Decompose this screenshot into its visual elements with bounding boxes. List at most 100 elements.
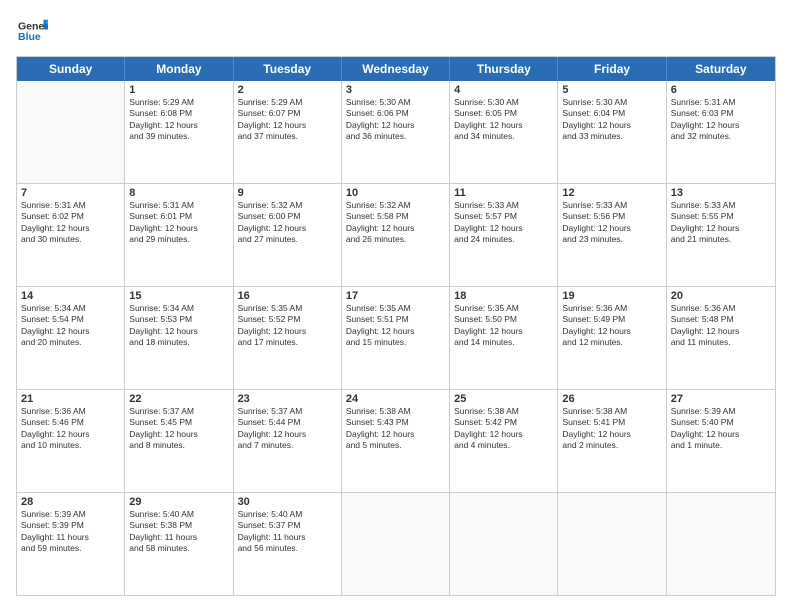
day-info: Sunrise: 5:30 AM Sunset: 6:05 PM Dayligh… <box>454 97 553 143</box>
header-day-wednesday: Wednesday <box>342 57 450 81</box>
day-number: 5 <box>562 84 661 96</box>
svg-text:Blue: Blue <box>18 31 41 43</box>
calendar-cell <box>17 81 125 183</box>
day-info: Sunrise: 5:31 AM Sunset: 6:02 PM Dayligh… <box>21 200 120 246</box>
calendar-cell: 6Sunrise: 5:31 AM Sunset: 6:03 PM Daylig… <box>667 81 775 183</box>
day-info: Sunrise: 5:38 AM Sunset: 5:41 PM Dayligh… <box>562 406 661 452</box>
day-info: Sunrise: 5:40 AM Sunset: 5:38 PM Dayligh… <box>129 509 228 555</box>
calendar-cell: 20Sunrise: 5:36 AM Sunset: 5:48 PM Dayli… <box>667 287 775 389</box>
day-number: 26 <box>562 393 661 405</box>
calendar-cell: 10Sunrise: 5:32 AM Sunset: 5:58 PM Dayli… <box>342 184 450 286</box>
day-info: Sunrise: 5:31 AM Sunset: 6:01 PM Dayligh… <box>129 200 228 246</box>
day-number: 14 <box>21 290 120 302</box>
day-info: Sunrise: 5:35 AM Sunset: 5:51 PM Dayligh… <box>346 303 445 349</box>
calendar: SundayMondayTuesdayWednesdayThursdayFrid… <box>16 56 776 596</box>
day-number: 6 <box>671 84 771 96</box>
day-info: Sunrise: 5:33 AM Sunset: 5:55 PM Dayligh… <box>671 200 771 246</box>
calendar-cell: 14Sunrise: 5:34 AM Sunset: 5:54 PM Dayli… <box>17 287 125 389</box>
calendar-cell: 18Sunrise: 5:35 AM Sunset: 5:50 PM Dayli… <box>450 287 558 389</box>
day-info: Sunrise: 5:36 AM Sunset: 5:46 PM Dayligh… <box>21 406 120 452</box>
header-day-monday: Monday <box>125 57 233 81</box>
day-info: Sunrise: 5:37 AM Sunset: 5:44 PM Dayligh… <box>238 406 337 452</box>
calendar-cell: 25Sunrise: 5:38 AM Sunset: 5:42 PM Dayli… <box>450 390 558 492</box>
calendar-cell: 17Sunrise: 5:35 AM Sunset: 5:51 PM Dayli… <box>342 287 450 389</box>
day-number: 22 <box>129 393 228 405</box>
calendar-cell: 8Sunrise: 5:31 AM Sunset: 6:01 PM Daylig… <box>125 184 233 286</box>
day-info: Sunrise: 5:38 AM Sunset: 5:42 PM Dayligh… <box>454 406 553 452</box>
calendar-cell <box>342 493 450 595</box>
day-number: 8 <box>129 187 228 199</box>
day-number: 11 <box>454 187 553 199</box>
day-number: 4 <box>454 84 553 96</box>
day-info: Sunrise: 5:30 AM Sunset: 6:06 PM Dayligh… <box>346 97 445 143</box>
day-number: 18 <box>454 290 553 302</box>
calendar-cell: 3Sunrise: 5:30 AM Sunset: 6:06 PM Daylig… <box>342 81 450 183</box>
calendar-row-3: 14Sunrise: 5:34 AM Sunset: 5:54 PM Dayli… <box>17 287 775 390</box>
day-info: Sunrise: 5:35 AM Sunset: 5:52 PM Dayligh… <box>238 303 337 349</box>
calendar-cell: 19Sunrise: 5:36 AM Sunset: 5:49 PM Dayli… <box>558 287 666 389</box>
calendar-row-2: 7Sunrise: 5:31 AM Sunset: 6:02 PM Daylig… <box>17 184 775 287</box>
day-info: Sunrise: 5:37 AM Sunset: 5:45 PM Dayligh… <box>129 406 228 452</box>
day-number: 27 <box>671 393 771 405</box>
calendar-cell: 28Sunrise: 5:39 AM Sunset: 5:39 PM Dayli… <box>17 493 125 595</box>
calendar-cell: 26Sunrise: 5:38 AM Sunset: 5:41 PM Dayli… <box>558 390 666 492</box>
day-info: Sunrise: 5:35 AM Sunset: 5:50 PM Dayligh… <box>454 303 553 349</box>
day-number: 29 <box>129 496 228 508</box>
day-number: 28 <box>21 496 120 508</box>
calendar-row-4: 21Sunrise: 5:36 AM Sunset: 5:46 PM Dayli… <box>17 390 775 493</box>
calendar-cell: 23Sunrise: 5:37 AM Sunset: 5:44 PM Dayli… <box>234 390 342 492</box>
calendar-cell: 9Sunrise: 5:32 AM Sunset: 6:00 PM Daylig… <box>234 184 342 286</box>
calendar-row-5: 28Sunrise: 5:39 AM Sunset: 5:39 PM Dayli… <box>17 493 775 595</box>
day-info: Sunrise: 5:39 AM Sunset: 5:40 PM Dayligh… <box>671 406 771 452</box>
header-day-friday: Friday <box>558 57 666 81</box>
day-number: 17 <box>346 290 445 302</box>
day-info: Sunrise: 5:36 AM Sunset: 5:48 PM Dayligh… <box>671 303 771 349</box>
day-info: Sunrise: 5:40 AM Sunset: 5:37 PM Dayligh… <box>238 509 337 555</box>
calendar-cell: 21Sunrise: 5:36 AM Sunset: 5:46 PM Dayli… <box>17 390 125 492</box>
day-info: Sunrise: 5:39 AM Sunset: 5:39 PM Dayligh… <box>21 509 120 555</box>
calendar-cell: 13Sunrise: 5:33 AM Sunset: 5:55 PM Dayli… <box>667 184 775 286</box>
day-info: Sunrise: 5:33 AM Sunset: 5:57 PM Dayligh… <box>454 200 553 246</box>
day-number: 10 <box>346 187 445 199</box>
calendar-cell: 5Sunrise: 5:30 AM Sunset: 6:04 PM Daylig… <box>558 81 666 183</box>
day-info: Sunrise: 5:33 AM Sunset: 5:56 PM Dayligh… <box>562 200 661 246</box>
header-day-sunday: Sunday <box>17 57 125 81</box>
calendar-cell: 11Sunrise: 5:33 AM Sunset: 5:57 PM Dayli… <box>450 184 558 286</box>
day-number: 2 <box>238 84 337 96</box>
day-number: 30 <box>238 496 337 508</box>
calendar-cell: 24Sunrise: 5:38 AM Sunset: 5:43 PM Dayli… <box>342 390 450 492</box>
day-number: 9 <box>238 187 337 199</box>
calendar-cell: 29Sunrise: 5:40 AM Sunset: 5:38 PM Dayli… <box>125 493 233 595</box>
calendar-cell: 12Sunrise: 5:33 AM Sunset: 5:56 PM Dayli… <box>558 184 666 286</box>
day-info: Sunrise: 5:31 AM Sunset: 6:03 PM Dayligh… <box>671 97 771 143</box>
calendar-cell: 2Sunrise: 5:29 AM Sunset: 6:07 PM Daylig… <box>234 81 342 183</box>
calendar-cell <box>450 493 558 595</box>
day-info: Sunrise: 5:30 AM Sunset: 6:04 PM Dayligh… <box>562 97 661 143</box>
day-number: 19 <box>562 290 661 302</box>
logo: General Blue <box>16 16 48 46</box>
day-number: 3 <box>346 84 445 96</box>
calendar-cell: 1Sunrise: 5:29 AM Sunset: 6:08 PM Daylig… <box>125 81 233 183</box>
logo-icon: General Blue <box>18 16 48 46</box>
calendar-cell <box>667 493 775 595</box>
day-info: Sunrise: 5:29 AM Sunset: 6:07 PM Dayligh… <box>238 97 337 143</box>
header-day-tuesday: Tuesday <box>234 57 342 81</box>
day-number: 12 <box>562 187 661 199</box>
calendar-cell: 27Sunrise: 5:39 AM Sunset: 5:40 PM Dayli… <box>667 390 775 492</box>
calendar-cell: 7Sunrise: 5:31 AM Sunset: 6:02 PM Daylig… <box>17 184 125 286</box>
calendar-cell <box>558 493 666 595</box>
day-number: 21 <box>21 393 120 405</box>
day-info: Sunrise: 5:32 AM Sunset: 6:00 PM Dayligh… <box>238 200 337 246</box>
header-day-thursday: Thursday <box>450 57 558 81</box>
day-number: 1 <box>129 84 228 96</box>
day-number: 20 <box>671 290 771 302</box>
day-info: Sunrise: 5:34 AM Sunset: 5:53 PM Dayligh… <box>129 303 228 349</box>
header: General Blue <box>16 16 776 46</box>
calendar-header: SundayMondayTuesdayWednesdayThursdayFrid… <box>17 57 775 81</box>
day-number: 23 <box>238 393 337 405</box>
calendar-cell: 30Sunrise: 5:40 AM Sunset: 5:37 PM Dayli… <box>234 493 342 595</box>
day-number: 13 <box>671 187 771 199</box>
calendar-row-1: 1Sunrise: 5:29 AM Sunset: 6:08 PM Daylig… <box>17 81 775 184</box>
day-number: 25 <box>454 393 553 405</box>
calendar-cell: 15Sunrise: 5:34 AM Sunset: 5:53 PM Dayli… <box>125 287 233 389</box>
